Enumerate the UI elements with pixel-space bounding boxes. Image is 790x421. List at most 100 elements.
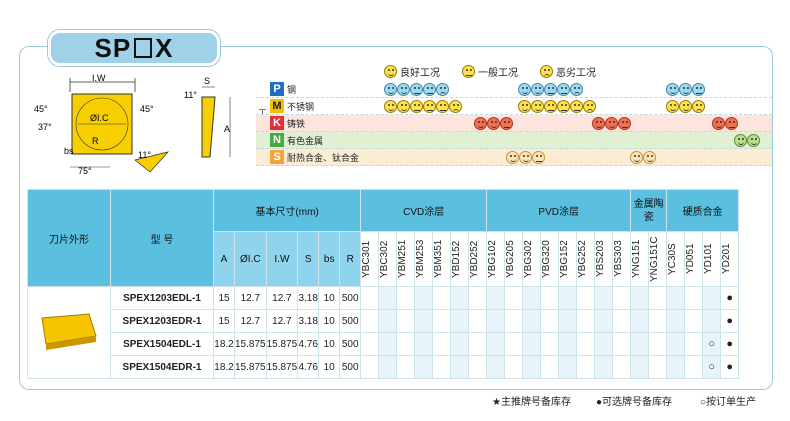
grade-cell [486,332,506,356]
grade-cell [504,355,524,379]
grade-cell [450,332,470,356]
grade-cell [612,355,632,379]
grade-cell [594,355,614,379]
smile-good-icon [384,65,397,78]
material-row-k: K 铸铁 [256,115,772,132]
grade-cell [360,286,380,310]
grade-cell [378,355,398,379]
col-dim-3: S [297,231,320,287]
angle-3: 37° [38,122,52,132]
legend-bad: 恶劣工况 [540,64,596,79]
col-grade-yd201: YD201 [720,231,740,287]
grade-cell: ○ [702,355,722,379]
grade-cell [396,309,416,333]
insert-diagram: I.W ØI.C R 45° 45° 37° bs 11° 75° S A 11… [34,73,231,176]
grade-cell [414,309,434,333]
col-model: 型 号 [110,189,214,287]
col-grade-ybd152: YBD152 [450,231,470,287]
dim-cell: 12.7 [265,286,299,310]
insert-shape-icon [41,313,97,350]
col-dim-2: I.W [265,231,299,287]
material-matrix: P钢 M 不锈钢 K 铸铁 N 有色金属 S 耐热合金、钛合金 [256,81,772,166]
col-grade-ybg102: YBG102 [486,231,506,287]
dim-cell: 18.2 [213,355,235,379]
material-row-p: P钢 [256,81,772,98]
grade-cell [522,355,542,379]
col-grade-ybm351: YBM351 [432,231,452,287]
grade-cell [486,309,506,333]
grade-cell [666,355,686,379]
dim-cell: 15.875 [234,355,267,379]
grade-cell [648,309,668,333]
model-cell: SPEX1504EDR-1 [110,355,214,379]
title-placeholder-box [134,38,153,58]
grade-cell: ● [720,355,740,379]
grade-cell [594,309,614,333]
col-grade-yd051: YD051 [684,231,704,287]
grade-cell [468,332,488,356]
col-grade-ybg252: YBG252 [576,231,596,287]
grade-cell [486,286,506,310]
table-row: SPEX1504EDL-1 18.2 15.875 15.875 4.76 10 500 ○ ● [28,332,740,356]
grade-cell [396,332,416,356]
smile-bad-icon [540,65,553,78]
col-grade-ybg320: YBG320 [540,231,560,287]
label-s: S [204,76,210,86]
grade-cell [702,309,722,333]
label-r: R [92,136,99,146]
grade-cell [450,286,470,310]
grade-cell [504,286,524,310]
grade-cell [576,332,596,356]
grade-cell [522,286,542,310]
grade-cell [396,355,416,379]
grade-cell [558,332,578,356]
grade-cell [522,309,542,333]
label-ic: ØI.C [90,113,109,123]
legend-medium: 一般工况 [462,64,518,79]
grade-cell [486,355,506,379]
col-grade-ybs303: YBS303 [612,231,632,287]
footer-dot: ●可选牌号备库存 [596,397,673,408]
grade-cell [432,332,452,356]
col-cermet: 金属陶瓷 [630,189,668,232]
grade-cell [396,286,416,310]
col-pvd: PVD涂层 [486,189,632,232]
material-row-s: S 耐热合金、钛合金 [256,149,772,166]
col-grade-ybm253: YBM253 [414,231,434,287]
grade-cell [378,309,398,333]
table-row: SPEX1504EDR-1 18.2 15.875 15.875 4.76 10 500 ○ ● [28,355,740,379]
dim-cell: 12.7 [234,286,267,310]
grade-cell [378,286,398,310]
grade-cell [414,355,434,379]
dim-cell: 12.7 [265,309,299,333]
grade-cell: ● [720,332,740,356]
grade-cell [630,355,650,379]
dim-cell: 10 [318,286,341,310]
grade-cell [576,286,596,310]
model-cell: SPEX1504EDL-1 [110,332,214,356]
dim-cell: 15 [213,309,235,333]
grade-cell [702,286,722,310]
angle-5: 11° [138,150,151,160]
grade-cell [648,332,668,356]
dim-cell: 4.76 [297,355,320,379]
grade-cell [540,286,560,310]
dim-cell: 3.18 [297,286,320,310]
dim-cell: 500 [339,355,362,379]
grade-cell [540,332,560,356]
dim-cell: 15.875 [265,355,299,379]
title-prefix: SP [94,32,132,63]
dim-cell: 500 [339,309,362,333]
grade-cell [666,309,686,333]
col-carbide: 硬质合金 [666,189,740,232]
grade-cell: ○ [702,332,722,356]
col-grade-ybg302: YBG302 [522,231,542,287]
angle-1: 45° [34,104,48,114]
label-iw: I.W [92,73,106,83]
col-grade-ybm251: YBM251 [396,231,416,287]
spec-table: 刀片外形 型 号 基本尺寸(mm) CVD涂层 PVD涂层 金属陶瓷 硬质合金 … [27,189,740,379]
grade-cell [612,332,632,356]
col-grade-yng151: YNG151 [630,231,650,287]
grade-cell [684,286,704,310]
grade-cell [450,309,470,333]
